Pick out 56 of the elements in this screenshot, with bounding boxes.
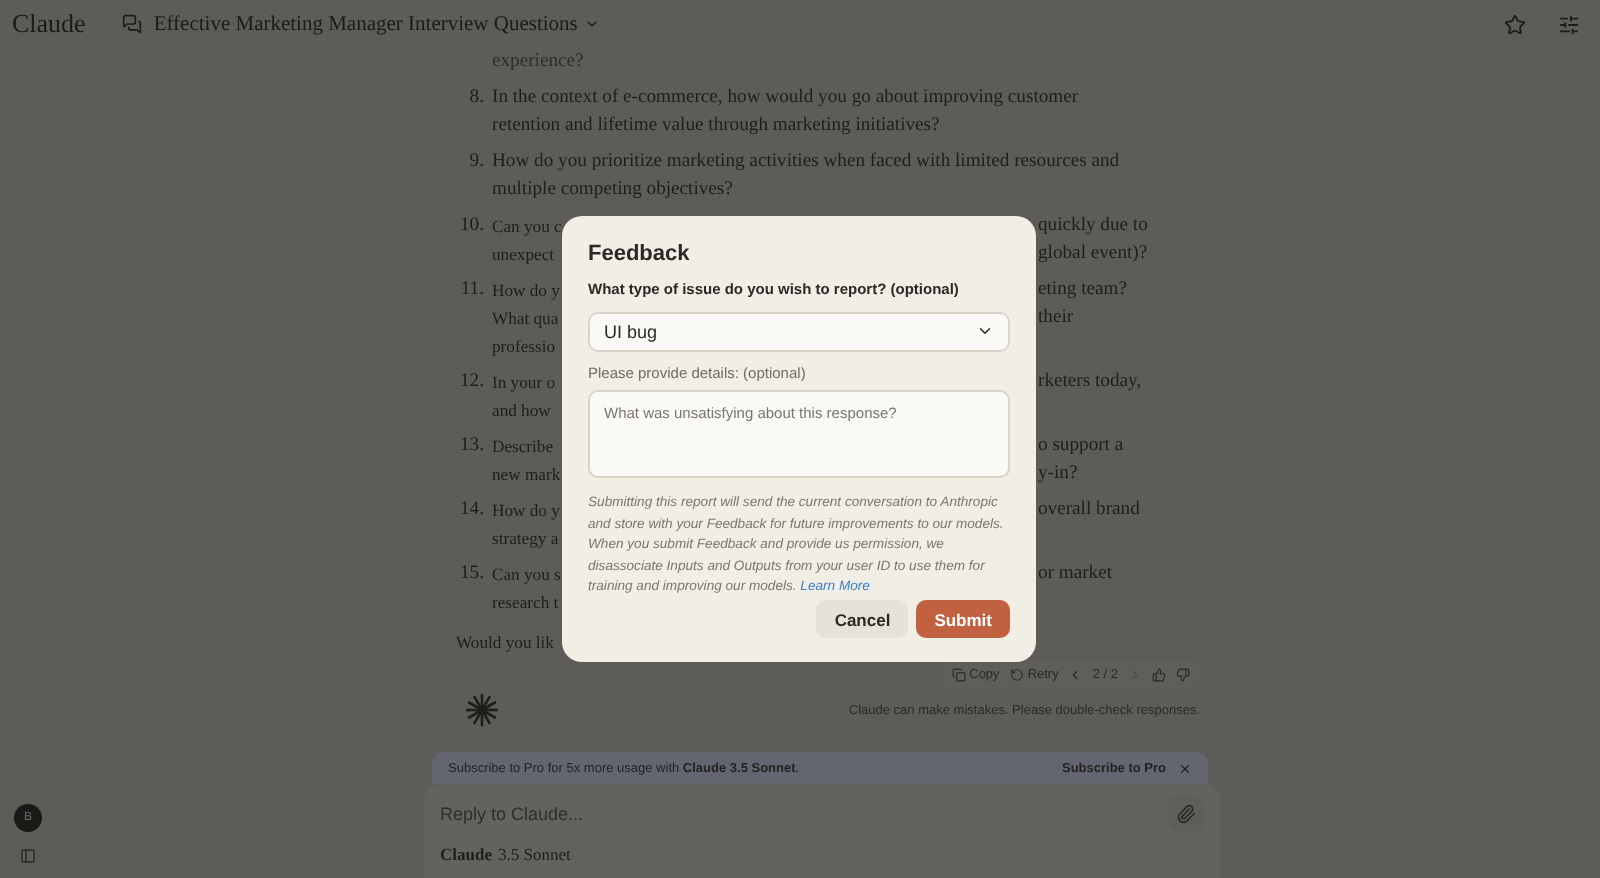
message-text: What qua [492, 306, 560, 332]
thumbs-down-icon[interactable] [1176, 667, 1190, 681]
sparkle-logo-icon [464, 692, 500, 728]
settings-icon[interactable] [1558, 13, 1580, 35]
sidebar-toggle-icon[interactable] [20, 848, 36, 864]
message-text: their [1038, 304, 1074, 332]
issue-type-select[interactable]: UI bug [588, 312, 1010, 352]
message-text: How do y [492, 278, 560, 304]
message-text: and how [492, 398, 551, 424]
close-icon[interactable] [1178, 761, 1192, 775]
model-selector[interactable]: Claude 3.5 Sonnet [440, 844, 1204, 864]
message-text: In the context of e-commerce, how would you go about improving customer [492, 84, 1079, 112]
message-text: quickly due to [1038, 212, 1148, 240]
star-icon[interactable] [1504, 13, 1526, 35]
chat-icon [121, 14, 142, 34]
message-text: Describe [492, 434, 556, 460]
paperclip-icon [1176, 804, 1196, 824]
message-text: Would you lik [456, 632, 554, 652]
message-text: eting team? [1038, 276, 1127, 304]
list-number: 13. [458, 432, 484, 460]
dialog-title: Feedback [588, 240, 692, 268]
message-text: multiple competing objectives? [492, 176, 733, 204]
attach-button[interactable] [1168, 796, 1204, 832]
message-text: global event)? [1038, 240, 1148, 268]
message-text: y-in? [1038, 460, 1078, 488]
retry-icon [1009, 667, 1024, 681]
message-text: unexpect [492, 242, 557, 268]
message-text: new mark [492, 462, 560, 488]
thumbs-up-icon[interactable] [1152, 667, 1166, 681]
submit-button[interactable]: Submit [916, 600, 1010, 638]
message-text: professio [492, 334, 556, 360]
message-text: Can you c [492, 214, 560, 240]
app-logo[interactable]: Claude [12, 8, 86, 40]
message-text: research t [492, 590, 559, 616]
message-text: o support a [1038, 432, 1124, 460]
list-number: 8. [467, 84, 484, 112]
message-text: Can you s [492, 562, 560, 588]
message-text: How do y [492, 498, 560, 524]
cancel-button[interactable]: Cancel [816, 600, 909, 638]
message-text: How do you prioritize marketing activities when faced with limited resources and [492, 148, 1120, 176]
copy-icon [951, 667, 966, 681]
message-text: strategy a [492, 526, 559, 552]
chevron-down-icon [583, 16, 600, 32]
message-text: or market [1038, 560, 1113, 588]
chat-title[interactable]: Effective Marketing Manager Interview Questions [153, 13, 600, 35]
list-number: 11. [458, 276, 484, 304]
list-number: 12. [458, 368, 484, 396]
list-number: 9. [467, 148, 484, 176]
message-text: rketers today, [1038, 368, 1142, 396]
message-text: overall brand [1038, 496, 1140, 524]
message-text: In your o [492, 370, 558, 396]
message-text: retention and lifetime value through marketing initiatives? [492, 112, 940, 140]
previous-icon[interactable] [1068, 667, 1083, 681]
list-number: 15. [458, 560, 484, 588]
list-number: 14. [458, 496, 484, 524]
list-number: 10. [458, 212, 484, 240]
